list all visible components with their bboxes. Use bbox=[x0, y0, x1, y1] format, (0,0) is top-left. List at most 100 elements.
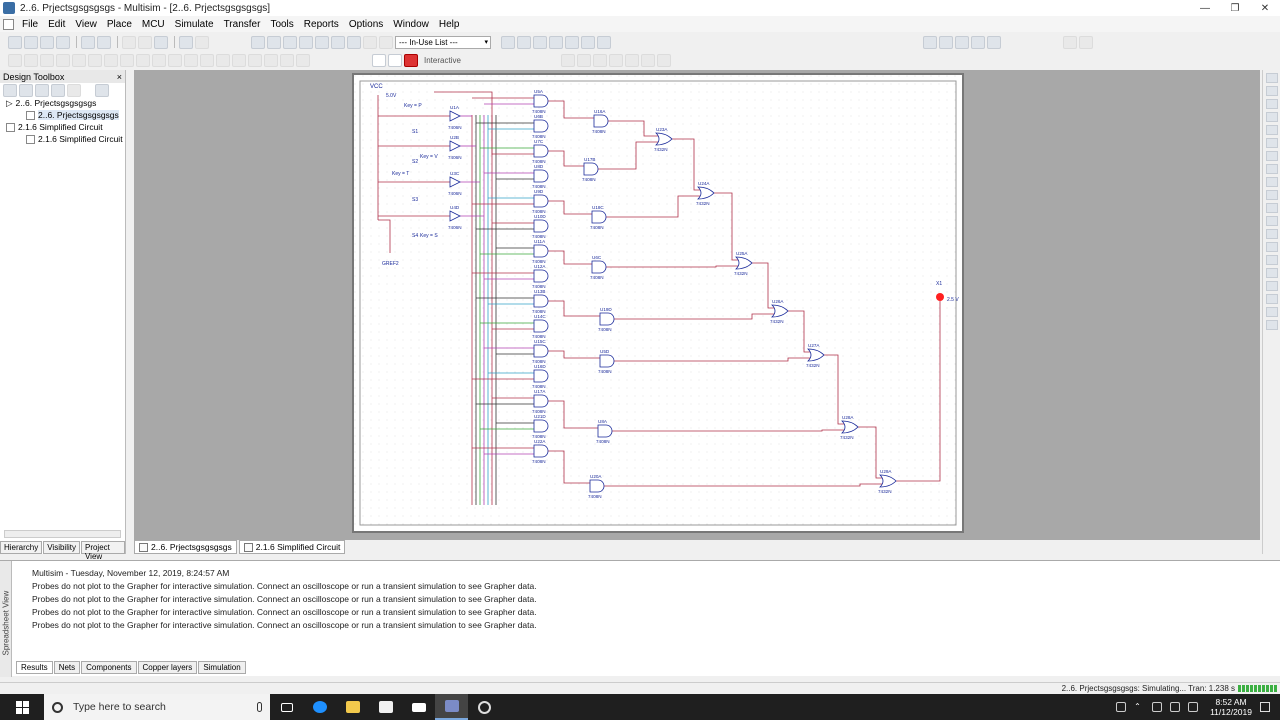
power-icon[interactable] bbox=[232, 53, 246, 67]
electrical-rules-icon[interactable] bbox=[363, 35, 377, 49]
mid-7-gate-symbol[interactable] bbox=[589, 479, 605, 493]
wire-icon[interactable] bbox=[8, 53, 22, 67]
menu-options[interactable]: Options bbox=[344, 19, 388, 30]
in-use-list-select[interactable]: --- In-Use List --- ▾ bbox=[395, 35, 491, 49]
agilent-generator-icon[interactable] bbox=[1265, 255, 1278, 265]
transistor-icon[interactable] bbox=[120, 53, 134, 67]
stop-simulation-icon[interactable] bbox=[404, 53, 418, 67]
mid-5-gate-symbol[interactable] bbox=[599, 354, 615, 368]
probe-power-icon[interactable] bbox=[592, 53, 607, 67]
transfer-icon[interactable] bbox=[549, 35, 563, 49]
fullscreen-icon[interactable] bbox=[987, 35, 1001, 49]
oscilloscope-icon[interactable] bbox=[1265, 112, 1278, 122]
and-11-gate-symbol[interactable] bbox=[533, 369, 549, 383]
multimeter-icon[interactable] bbox=[1265, 73, 1278, 83]
mid-4-gate-symbol[interactable] bbox=[599, 312, 615, 326]
mid-6-gate-symbol[interactable] bbox=[597, 424, 613, 438]
tab-components[interactable]: Components bbox=[81, 661, 137, 674]
open-file-icon[interactable] bbox=[24, 35, 38, 49]
file-explorer-icon[interactable] bbox=[336, 694, 369, 720]
probe-settings-icon[interactable] bbox=[656, 53, 671, 67]
microphone-icon[interactable] bbox=[257, 702, 262, 712]
electromech-icon[interactable] bbox=[280, 53, 294, 67]
probe-voltage-icon[interactable] bbox=[560, 53, 575, 67]
design-toolbox-icon[interactable] bbox=[267, 35, 281, 49]
edge-icon[interactable] bbox=[303, 694, 336, 720]
and-9-gate-symbol[interactable] bbox=[533, 319, 549, 333]
and-14-gate-symbol[interactable] bbox=[533, 444, 549, 458]
and-5-gate-symbol[interactable] bbox=[533, 219, 549, 233]
chrome-icon[interactable] bbox=[468, 694, 501, 720]
bus-icon[interactable] bbox=[24, 53, 38, 67]
mid-0-gate-symbol[interactable] bbox=[593, 114, 609, 128]
menu-window[interactable]: Window bbox=[388, 19, 434, 30]
probe-current-icon[interactable] bbox=[576, 53, 591, 67]
tab-hierarchy[interactable]: Hierarchy bbox=[0, 541, 43, 554]
and-12-gate-symbol[interactable] bbox=[533, 394, 549, 408]
zoom-in-icon[interactable] bbox=[923, 35, 937, 49]
mail-icon[interactable] bbox=[402, 694, 435, 720]
spectrum-analyzer-icon[interactable] bbox=[1265, 229, 1278, 239]
and-2-gate-symbol[interactable] bbox=[533, 144, 549, 158]
distortion-analyzer-icon[interactable] bbox=[1265, 216, 1278, 226]
tab-document-project[interactable]: 2..6. Prjectsgsgsgsgs bbox=[134, 540, 237, 554]
zoom-out-icon[interactable] bbox=[939, 35, 953, 49]
help-icon[interactable] bbox=[597, 35, 611, 49]
volume-icon[interactable] bbox=[1170, 702, 1181, 712]
and-13-gate-symbol[interactable] bbox=[533, 419, 549, 433]
menu-tools[interactable]: Tools bbox=[265, 19, 298, 30]
agilent-oscilloscope-icon[interactable] bbox=[1265, 281, 1278, 291]
undo-icon[interactable] bbox=[179, 35, 193, 49]
menu-edit[interactable]: Edit bbox=[43, 19, 70, 30]
schematic-canvas[interactable]: VCC 5.0V GREF2 U1A 7406N U2B 7406N U3C 7406N U… bbox=[354, 75, 962, 531]
mid-1-gate-symbol[interactable] bbox=[583, 162, 599, 176]
switch-s4[interactable]: Key = S S4 bbox=[412, 233, 438, 239]
basic-icon[interactable] bbox=[88, 53, 102, 67]
new-design-icon[interactable] bbox=[3, 83, 17, 97]
tree-item-project[interactable]: ▷ 2..6. Prjectsgsgsgsgs bbox=[0, 97, 125, 109]
current-probe-icon[interactable] bbox=[1265, 320, 1278, 330]
logic-converter-icon[interactable] bbox=[1265, 177, 1278, 187]
print-preview-icon[interactable] bbox=[97, 35, 111, 49]
back-annotate-icon[interactable] bbox=[517, 35, 531, 49]
copy-icon[interactable] bbox=[138, 35, 152, 49]
start-button[interactable] bbox=[0, 694, 44, 720]
diode-icon[interactable] bbox=[104, 53, 118, 67]
tree-item-sheet[interactable]: 2..6. Prjectsgsgsgsgs bbox=[0, 109, 125, 121]
close-icon[interactable]: × bbox=[117, 72, 125, 82]
multisim-taskbar-icon[interactable] bbox=[435, 694, 468, 720]
rf-icon[interactable] bbox=[264, 53, 278, 67]
postprocessor-icon[interactable] bbox=[347, 35, 361, 49]
component-wizard-icon[interactable] bbox=[315, 35, 329, 49]
ground-icon[interactable] bbox=[56, 53, 70, 67]
hierarchy-icon[interactable] bbox=[95, 83, 109, 97]
menu-file[interactable]: File bbox=[17, 19, 43, 30]
probe-diff-icon[interactable] bbox=[608, 53, 623, 67]
and-4-gate-symbol[interactable] bbox=[533, 194, 549, 208]
menu-help[interactable]: Help bbox=[434, 19, 465, 30]
menu-view[interactable]: View bbox=[70, 19, 102, 30]
menu-transfer[interactable]: Transfer bbox=[219, 19, 266, 30]
probe-digital-icon[interactable] bbox=[640, 53, 655, 67]
minimize-button[interactable]: — bbox=[1190, 0, 1220, 16]
align-icon[interactable] bbox=[1063, 35, 1077, 49]
and-7-gate-symbol[interactable] bbox=[533, 269, 549, 283]
mid-3-gate-symbol[interactable] bbox=[591, 260, 607, 274]
tree-item-simplified-sheet[interactable]: 2.1.6 Simplified Circuit bbox=[0, 133, 125, 145]
frequency-counter-icon[interactable] bbox=[1265, 151, 1278, 161]
run-simulation-icon[interactable] bbox=[372, 53, 386, 67]
restore-button[interactable]: ❐ bbox=[1220, 0, 1250, 16]
tab-simulation[interactable]: Simulation bbox=[198, 661, 246, 674]
redo-icon[interactable] bbox=[195, 35, 209, 49]
tab-project-view[interactable]: Project View bbox=[80, 541, 125, 561]
mixed-icon[interactable] bbox=[200, 53, 214, 67]
and-10-gate-symbol[interactable] bbox=[533, 344, 549, 358]
open-design-icon[interactable] bbox=[19, 83, 33, 97]
capture-icon[interactable] bbox=[379, 35, 393, 49]
tab-copper-layers[interactable]: Copper layers bbox=[137, 661, 198, 674]
erc-icon[interactable] bbox=[501, 35, 515, 49]
new-file-icon[interactable] bbox=[8, 35, 22, 49]
delete-sheet-icon[interactable] bbox=[67, 83, 81, 97]
schematic-sheet[interactable]: VCC 5.0V GREF2 U1A 7406N U2B 7406N U3C 7406N U… bbox=[352, 73, 964, 533]
tektronix-oscilloscope-icon[interactable] bbox=[1265, 294, 1278, 304]
